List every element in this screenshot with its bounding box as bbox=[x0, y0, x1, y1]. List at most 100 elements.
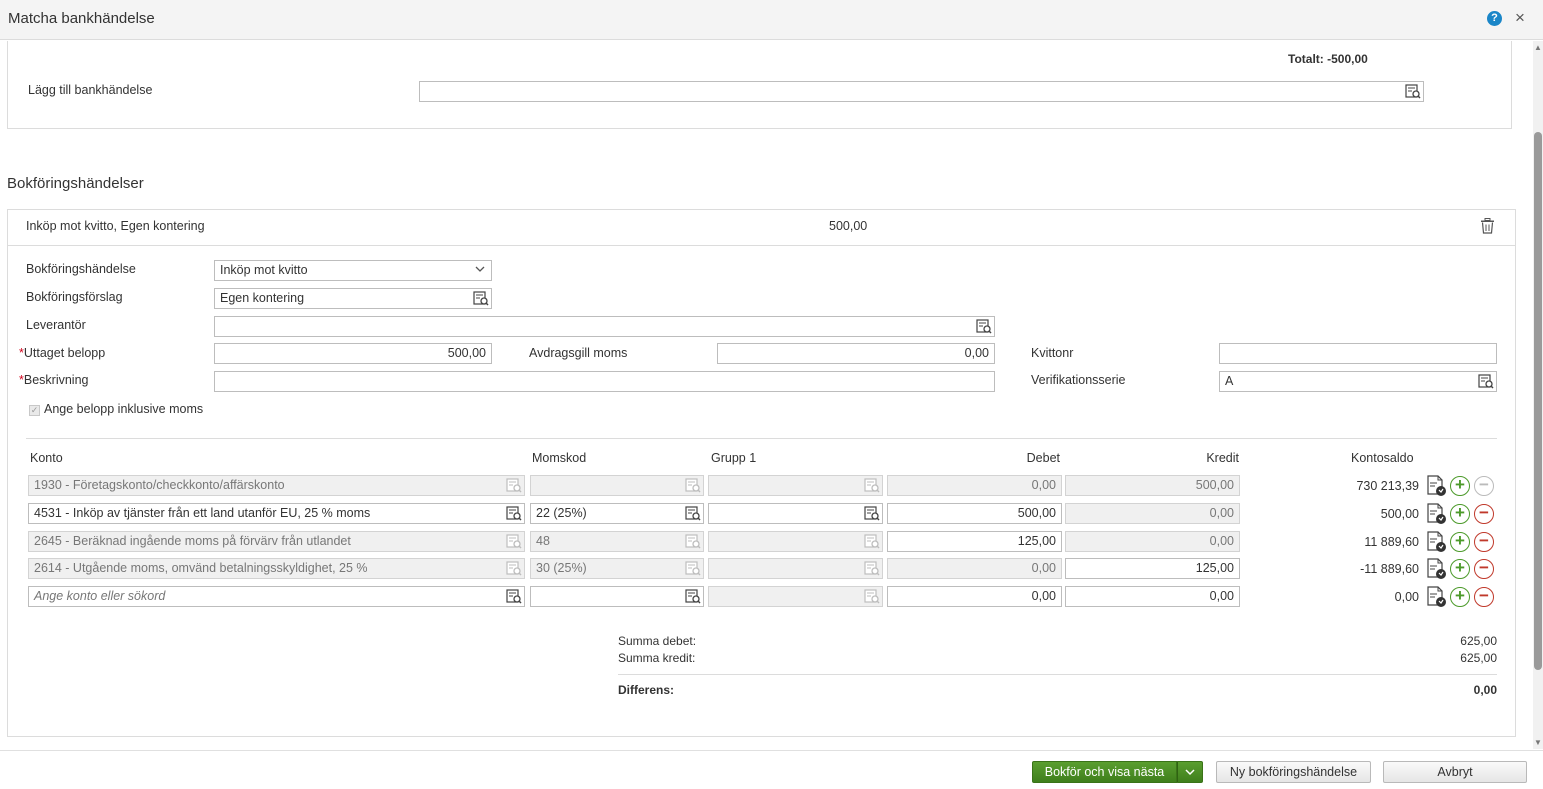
kredit-input[interactable]: 125,00 bbox=[1065, 558, 1240, 579]
konto-input[interactable]: 4531 - Inköp av tjänster från ett land u… bbox=[28, 503, 525, 524]
lookup-icon bbox=[864, 534, 880, 549]
lookup-icon bbox=[685, 561, 701, 576]
uttaget-belopp-input[interactable]: 500,00 bbox=[214, 343, 492, 364]
konto-input: 1930 - Företagskonto/checkkonto/affärsko… bbox=[28, 475, 525, 496]
grupp1-input[interactable] bbox=[708, 503, 883, 524]
leverantor-label: Leverantör bbox=[26, 318, 86, 332]
remove-row-icon[interactable]: − bbox=[1474, 587, 1494, 607]
summa-debet-value: 625,00 bbox=[1460, 634, 1497, 648]
account-document-icon[interactable] bbox=[1426, 503, 1448, 528]
kontosaldo-value: 0,00 bbox=[1394, 590, 1419, 604]
kredit-input[interactable]: 0,00 bbox=[1065, 586, 1240, 607]
lookup-icon bbox=[864, 561, 880, 576]
add-bank-event-label: Lägg till bankhändelse bbox=[28, 83, 153, 97]
remove-row-icon[interactable]: − bbox=[1474, 559, 1494, 579]
bokforingshandelse-label: Bokföringshändelse bbox=[26, 262, 136, 276]
debet-input[interactable]: 500,00 bbox=[887, 503, 1062, 524]
remove-row-icon[interactable]: − bbox=[1474, 504, 1494, 524]
bokforingshandelse-select[interactable]: Inköp mot kvitto bbox=[214, 260, 492, 281]
leverantor-input[interactable] bbox=[214, 316, 995, 337]
add-row-icon[interactable]: + bbox=[1450, 587, 1470, 607]
kontosaldo-value: 730 213,39 bbox=[1356, 479, 1419, 493]
remove-row-icon[interactable]: − bbox=[1474, 532, 1494, 552]
scroll-down-arrow-icon[interactable]: ▼ bbox=[1534, 738, 1542, 747]
summa-debet-label: Summa debet: bbox=[618, 634, 697, 648]
lookup-icon[interactable] bbox=[1478, 374, 1494, 389]
kvittonr-input[interactable] bbox=[1219, 343, 1497, 364]
col-konto: Konto bbox=[30, 451, 63, 465]
row-actions: + − bbox=[1426, 586, 1496, 608]
row-actions: + − bbox=[1426, 503, 1496, 525]
account-document-icon[interactable] bbox=[1426, 586, 1448, 611]
bokforingsforslag-input[interactable]: Egen kontering bbox=[214, 288, 492, 309]
lookup-icon[interactable] bbox=[685, 589, 701, 604]
verifikationsserie-input[interactable]: A bbox=[1219, 371, 1497, 392]
konto-input: 2614 - Utgående moms, omvänd betalningss… bbox=[28, 558, 525, 579]
konto-input[interactable]: Ange konto eller sökord bbox=[28, 586, 525, 607]
lookup-icon[interactable] bbox=[864, 506, 880, 521]
inkl-moms-checkbox[interactable]: ✓ bbox=[29, 405, 40, 416]
account-document-icon[interactable] bbox=[1426, 475, 1448, 500]
add-row-icon[interactable]: + bbox=[1450, 532, 1470, 552]
avdragsgill-moms-label: Avdragsgill moms bbox=[529, 346, 628, 360]
uttaget-belopp-label: *Uttaget belopp bbox=[19, 346, 106, 360]
new-booking-event-button[interactable]: Ny bokföringshändelse bbox=[1216, 761, 1371, 783]
scroll-up-arrow-icon[interactable]: ▲ bbox=[1534, 43, 1542, 52]
scrollbar-thumb[interactable] bbox=[1534, 132, 1542, 670]
cancel-button[interactable]: Avbryt bbox=[1383, 761, 1527, 783]
lookup-icon bbox=[685, 534, 701, 549]
booking-event-name: Inköp mot kvitto, Egen kontering bbox=[26, 219, 205, 233]
lookup-icon[interactable] bbox=[976, 319, 992, 334]
lookup-icon bbox=[864, 478, 880, 493]
lookup-icon[interactable] bbox=[1405, 84, 1421, 99]
konto-input: 2645 - Beräknad ingående moms på förvärv… bbox=[28, 531, 525, 552]
add-row-icon[interactable]: + bbox=[1450, 476, 1470, 496]
add-bank-event-input[interactable] bbox=[419, 81, 1424, 102]
bokforingsforslag-label: Bokföringsförslag bbox=[26, 290, 123, 304]
debet-input[interactable]: 125,00 bbox=[887, 531, 1062, 552]
col-debet: Debet bbox=[1026, 451, 1060, 465]
lookup-icon[interactable] bbox=[506, 589, 522, 604]
dialog-title: Matcha bankhändelse bbox=[8, 10, 155, 27]
momskod-input: 48 bbox=[530, 531, 704, 552]
lookup-icon[interactable] bbox=[473, 291, 489, 306]
summa-kredit-value: 625,00 bbox=[1460, 651, 1497, 665]
lookup-icon bbox=[506, 534, 522, 549]
momskod-input[interactable]: 22 (25%) bbox=[530, 503, 704, 524]
avdragsgill-moms-input[interactable]: 0,00 bbox=[717, 343, 995, 364]
kontosaldo-value: 11 889,60 bbox=[1364, 535, 1419, 549]
debet-input: 0,00 bbox=[887, 558, 1062, 579]
grupp1-input bbox=[708, 558, 883, 579]
kontosaldo-value: -11 889,60 bbox=[1360, 562, 1419, 576]
lookup-icon[interactable] bbox=[506, 506, 522, 521]
help-icon[interactable]: ? bbox=[1487, 11, 1502, 26]
row-actions: + − bbox=[1426, 475, 1496, 497]
account-document-icon[interactable] bbox=[1426, 558, 1448, 583]
differens-value: 0,00 bbox=[1473, 683, 1497, 697]
account-document-icon[interactable] bbox=[1426, 531, 1448, 556]
footer-divider bbox=[0, 750, 1543, 751]
kontosaldo-value: 500,00 bbox=[1380, 507, 1419, 521]
debet-input[interactable]: 0,00 bbox=[887, 586, 1062, 607]
beskrivning-input[interactable] bbox=[214, 371, 995, 392]
divider bbox=[26, 438, 1497, 439]
momskod-input[interactable] bbox=[530, 586, 704, 607]
kredit-input: 0,00 bbox=[1065, 531, 1240, 552]
col-grupp1: Grupp 1 bbox=[711, 451, 757, 465]
close-icon[interactable]: × bbox=[1515, 9, 1525, 27]
momskod-input bbox=[530, 475, 704, 496]
lookup-icon bbox=[506, 478, 522, 493]
debet-input: 0,00 bbox=[887, 475, 1062, 496]
col-kredit: Kredit bbox=[1206, 451, 1239, 465]
dialog-titlebar bbox=[0, 0, 1543, 40]
lookup-icon[interactable] bbox=[685, 506, 701, 521]
row-actions: + − bbox=[1426, 558, 1496, 580]
booking-event-header[interactable] bbox=[8, 210, 1515, 246]
book-options-dropdown[interactable] bbox=[1177, 761, 1203, 783]
add-row-icon[interactable]: + bbox=[1450, 504, 1470, 524]
lookup-icon bbox=[685, 478, 701, 493]
book-and-next-button[interactable]: Bokför och visa nästa bbox=[1032, 761, 1177, 783]
trash-icon[interactable] bbox=[1480, 218, 1495, 237]
differens-label: Differens: bbox=[618, 683, 675, 697]
add-row-icon[interactable]: + bbox=[1450, 559, 1470, 579]
